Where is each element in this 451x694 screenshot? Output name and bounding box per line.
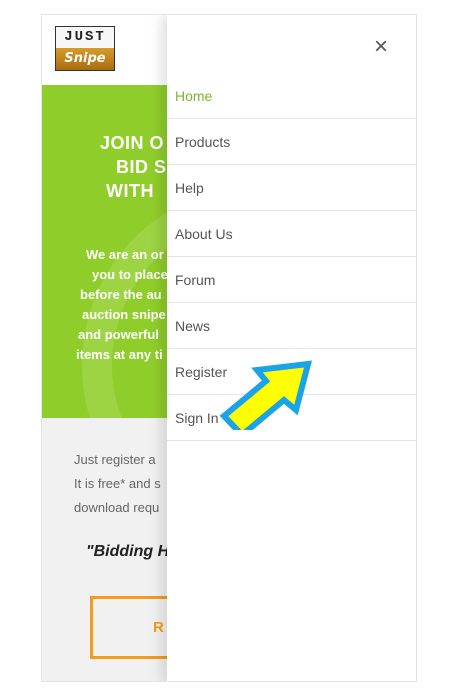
page-frame: JUST Snipe JOIN O BID S WITH We are an o… <box>41 14 417 682</box>
nav-drawer: × Home Products Help About Us Forum News… <box>167 15 416 681</box>
tagline-quote: "Bidding H <box>86 543 170 560</box>
menu-item-home[interactable]: Home <box>167 73 416 119</box>
hero-title-line-2: BID S <box>116 157 167 177</box>
menu-item-about-us[interactable]: About Us <box>167 211 416 257</box>
menu-item-news[interactable]: News <box>167 303 416 349</box>
close-icon[interactable]: × <box>374 33 388 61</box>
hero-text-line-6: items at any ti <box>76 347 163 362</box>
hero-title-line-3: WITH <box>106 181 154 201</box>
hero-text-line-1: We are an or <box>86 247 164 262</box>
intro-line-1: Just register a <box>74 452 156 467</box>
menu-item-help[interactable]: Help <box>167 165 416 211</box>
menu-item-forum[interactable]: Forum <box>167 257 416 303</box>
hero-text-line-3: before the au <box>80 287 162 302</box>
logo-line-2: Snipe <box>56 48 114 70</box>
logo-line-1: JUST <box>56 27 114 48</box>
hero-text-line-5: and powerful <box>78 327 159 342</box>
hero-title-line-1: JOIN O <box>100 133 165 153</box>
intro-line-2: It is free* and s <box>74 476 161 491</box>
intro-line-3: download requ <box>74 500 160 515</box>
site-logo[interactable]: JUST Snipe <box>55 26 115 71</box>
hero-text-line-2: you to place <box>92 267 168 282</box>
menu-item-products[interactable]: Products <box>167 119 416 165</box>
pointer-arrow-icon <box>219 360 313 430</box>
hero-text-line-4: auction snipe <box>82 307 166 322</box>
